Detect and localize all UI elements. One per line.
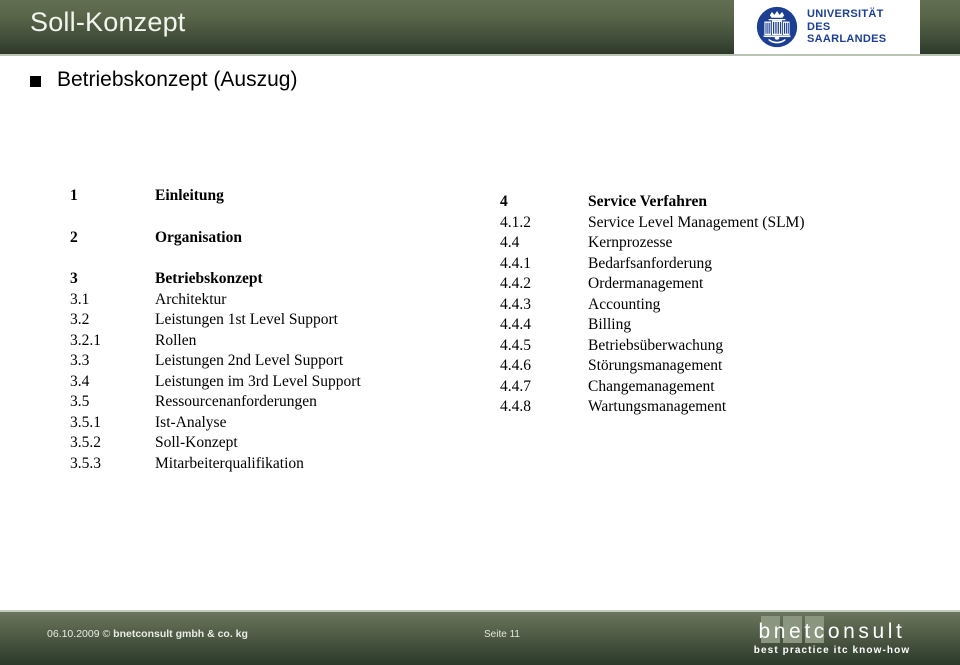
- toc-entry-label: Betriebskonzept: [155, 270, 263, 287]
- toc-entry-label: Accounting: [588, 295, 661, 313]
- toc-entry[interactable]: 3.1 Architektur: [70, 290, 490, 311]
- toc-entry[interactable]: 3.5 Ressourcenanforderungen: [70, 392, 490, 413]
- footer-topline: [0, 610, 960, 612]
- toc-entry-number: 3.2: [70, 311, 90, 328]
- toc-entry-label: Ist-Analyse: [155, 413, 227, 431]
- toc-entry-number: 4.4.4: [500, 316, 531, 333]
- university-logo-line2: DES: [807, 20, 831, 33]
- toc-entry[interactable]: 4.4.2 Ordermanagement: [500, 274, 930, 295]
- toc-entry-number: 4.1.2: [500, 213, 531, 231]
- toc-entry-label: Architektur: [155, 290, 227, 308]
- toc-entry[interactable]: 4.4.4 Billing: [500, 315, 930, 336]
- footer-date: 06.10.2009: [47, 628, 100, 640]
- university-logo-line3: SAARLANDES: [807, 33, 887, 46]
- toc-entry-number: 3.2.1: [70, 331, 101, 349]
- header-underline: [0, 54, 960, 56]
- toc-entry[interactable]: 2 Organisation: [70, 228, 490, 249]
- toc-entry-label: Bedarfsanforderung: [588, 254, 712, 272]
- toc-entry[interactable]: 3.4 Leistungen im 3rd Level Support: [70, 372, 490, 393]
- toc-entry[interactable]: 4.4 Kernprozesse: [500, 233, 930, 254]
- toc-entry[interactable]: 1 Einleitung: [70, 186, 490, 207]
- toc-entry-number: 4.4.2: [500, 275, 531, 292]
- toc-entry-label: Störungsmanagement: [588, 357, 723, 374]
- toc-entry[interactable]: 3.5.3 Mitarbeiterqualifikation: [70, 454, 490, 475]
- toc-entry[interactable]: 3.3 Leistungen 2nd Level Support: [70, 351, 490, 372]
- toc-entry-label: Leistungen 2nd Level Support: [155, 352, 344, 369]
- toc-entry-number: 4.4.1: [500, 254, 531, 272]
- footer-copyright-symbol: ©: [102, 628, 111, 640]
- toc-entry[interactable]: 4.4.7 Changemanagement: [500, 377, 930, 398]
- toc-entry-label: Organisation: [155, 228, 242, 246]
- toc-entry-number: 4.4.5: [500, 336, 531, 354]
- toc-entry[interactable]: 4.4.5 Betriebsüberwachung: [500, 336, 930, 357]
- footer-company: bnetconsult gmbh & co. kg: [113, 628, 248, 640]
- toc-entry-number: 3.3: [70, 352, 90, 369]
- toc-entry[interactable]: 4.1.2 Service Level Management (SLM): [500, 213, 930, 234]
- toc-entry-number: 3.4: [70, 372, 90, 390]
- toc-entry-label: Leistungen im 3rd Level Support: [155, 372, 361, 390]
- bnetconsult-wordmark: bnetconsult: [758, 620, 906, 643]
- toc-entry[interactable]: 4.4.6 Störungsmanagement: [500, 356, 930, 377]
- square-bullet-icon: [30, 76, 41, 87]
- toc-entry-number: 4.4: [500, 234, 520, 251]
- bnetconsult-tagline: best practice itc know-how: [753, 645, 911, 656]
- toc-entry-number: 3.5.1: [70, 413, 101, 431]
- toc-entry[interactable]: 3 Betriebskonzept: [70, 269, 490, 290]
- toc-entry-number: 4.4.6: [500, 357, 531, 374]
- toc-entry-label: Kernprozesse: [588, 234, 673, 251]
- university-logo: UNIVERSITÄT DES SAARLANDES: [734, 0, 920, 54]
- toc-entry[interactable]: 4 Service Verfahren: [500, 192, 930, 213]
- footer-page-number: Seite 11: [484, 629, 520, 640]
- toc-entry-label: Ressourcenanforderungen: [155, 393, 317, 410]
- toc-entry-number: 3.5: [70, 393, 90, 410]
- bnetconsult-logo: bnetconsult best practice itc know-how: [736, 616, 928, 660]
- toc-entry[interactable]: 3.2 Leistungen 1st Level Support: [70, 310, 490, 331]
- university-logo-wordmark: UNIVERSITÄT DES SAARLANDES: [807, 8, 886, 46]
- toc-entry[interactable]: 3.5.2 Soll-Konzept: [70, 433, 490, 454]
- toc-entry-label: Wartungsmanagement: [588, 398, 727, 415]
- toc-entry-label: Service Level Management (SLM): [588, 213, 805, 231]
- university-logo-line1: UNIVERSITÄT: [807, 8, 884, 21]
- toc-entry-number: 4.4.7: [500, 377, 531, 395]
- toc-entry-label: Betriebsüberwachung: [588, 336, 724, 354]
- toc-entry-number: 2: [70, 228, 78, 246]
- toc-entry-label: Einleitung: [155, 187, 224, 204]
- toc-entry[interactable]: 4.4.1 Bedarfsanforderung: [500, 254, 930, 275]
- toc-column-right: 4 Service Verfahren 4.1.2 Service Level Man…: [500, 192, 930, 418]
- slide-header: Soll-Konzept UNIVERSITÄT DES SAARLANDES: [0, 0, 960, 56]
- toc-entry-label: Soll-Konzept: [155, 434, 238, 451]
- toc-entry-number: 4.4.3: [500, 295, 531, 313]
- toc-entry-number: 3.5.2: [70, 434, 101, 451]
- toc-entry-number: 3.1: [70, 290, 90, 308]
- toc-entry-number: 4: [500, 193, 508, 210]
- footer-copyright: 06.10.2009 © bnetconsult gmbh & co. kg: [47, 628, 248, 640]
- toc-entry-number: 1: [70, 187, 78, 204]
- toc-entry[interactable]: 4.4.8 Wartungsmanagement: [500, 397, 930, 418]
- toc-entry-label: Ordermanagement: [588, 275, 704, 292]
- toc-entry-label: Billing: [588, 316, 632, 333]
- toc-entry[interactable]: 3.2.1 Rollen: [70, 331, 490, 352]
- slide-subtitle-row: Betriebskonzept (Auszug): [30, 68, 297, 92]
- toc-entry-label: Rollen: [155, 331, 197, 349]
- toc-column-left: 1 Einleitung 2 Organisation 3 Betriebskonzept…: [70, 186, 490, 474]
- toc-entry-number: 4.4.8: [500, 398, 531, 415]
- toc-entry-label: Mitarbeiterqualifikation: [155, 454, 304, 472]
- toc-entry[interactable]: 4.4.3 Accounting: [500, 295, 930, 316]
- slide-subtitle: Betriebskonzept (Auszug): [57, 68, 298, 91]
- toc-entry-label: Leistungen 1st Level Support: [155, 311, 338, 328]
- university-seal-icon: [756, 6, 798, 48]
- toc-entry-number: 3: [70, 270, 78, 287]
- toc-entry-number: 3.5.3: [70, 454, 101, 472]
- toc-entry-label: Changemanagement: [588, 377, 715, 395]
- toc-entry-label: Service Verfahren: [588, 193, 707, 210]
- page-title: Soll-Konzept: [30, 7, 186, 37]
- toc-entry[interactable]: 3.5.1 Ist-Analyse: [70, 413, 490, 434]
